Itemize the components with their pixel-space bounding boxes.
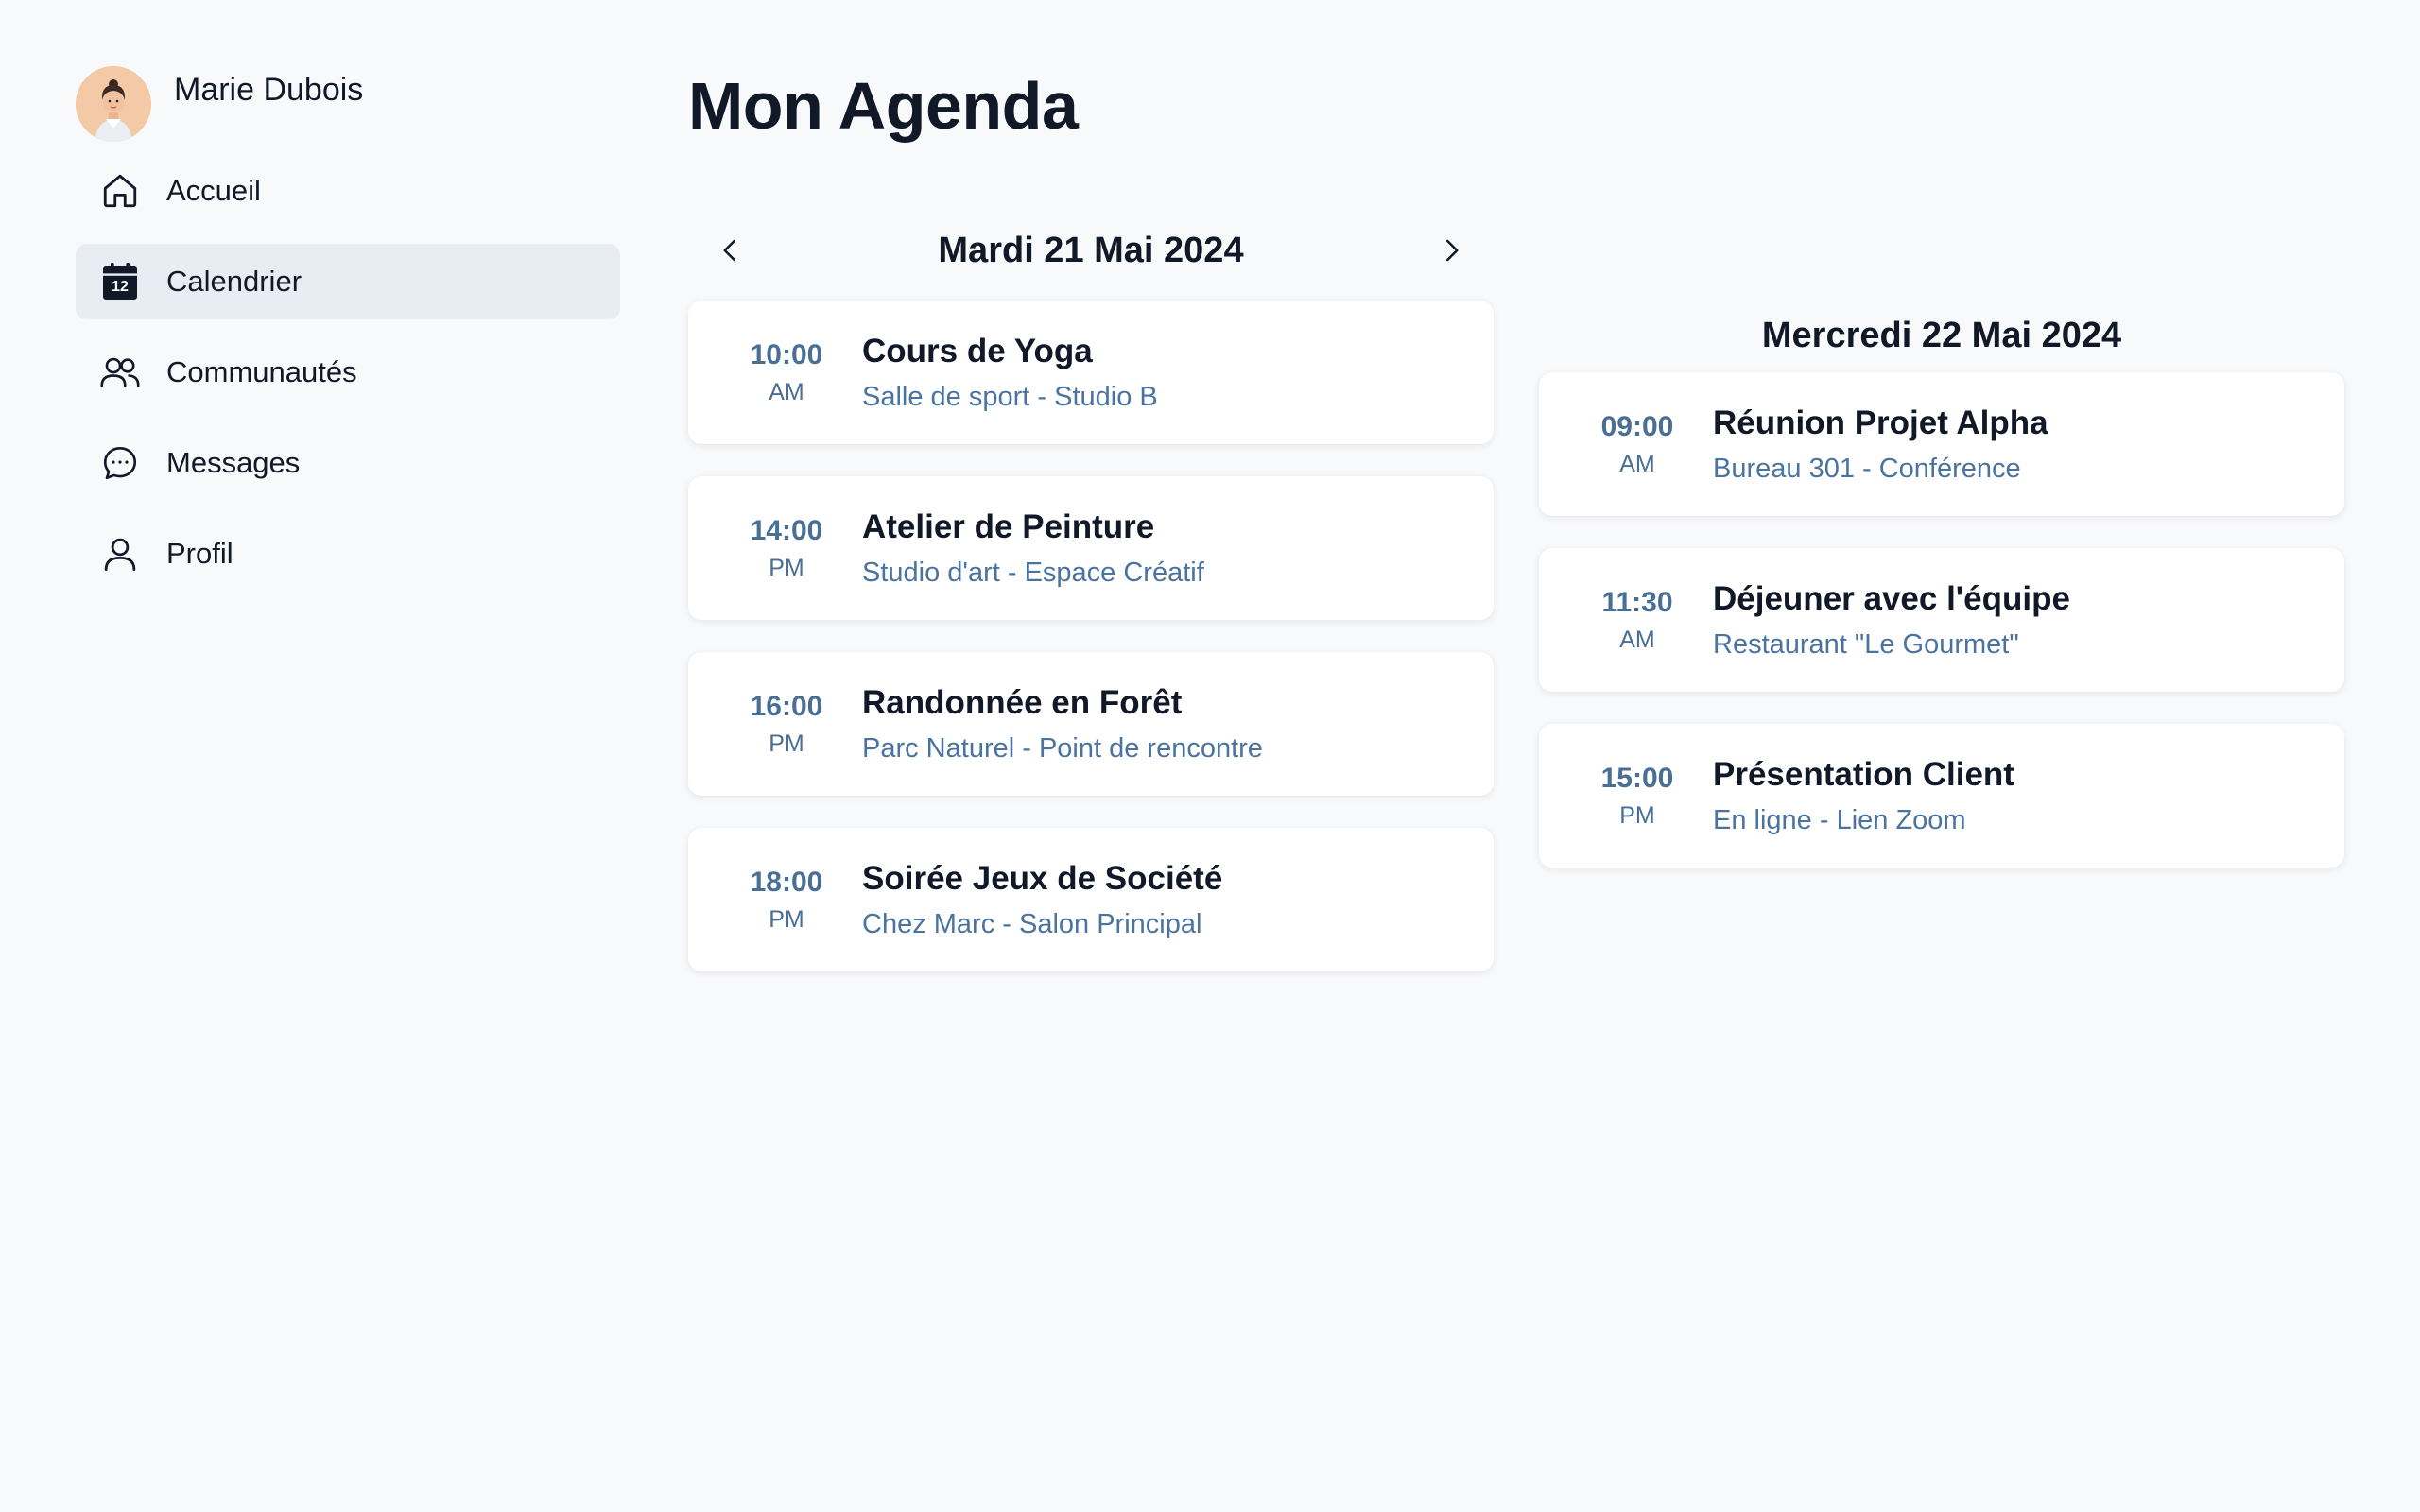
event-title: Réunion Projet Alpha bbox=[1713, 404, 2048, 441]
event-time-ampm: AM bbox=[769, 378, 804, 405]
day-title: Mardi 21 Mai 2024 bbox=[938, 230, 1244, 270]
user-name: Marie Dubois bbox=[174, 72, 364, 108]
event-time-hour: 10:00 bbox=[750, 338, 823, 370]
event-time: 15:00 PM bbox=[1581, 763, 1694, 830]
event-time-hour: 18:00 bbox=[750, 866, 823, 898]
event-card[interactable]: 14:00 PM Atelier de Peinture Studio d'ar… bbox=[688, 476, 1494, 620]
sidebar-item-label: Communautés bbox=[166, 355, 357, 388]
event-time: 10:00 AM bbox=[730, 339, 843, 406]
sidebar-nav: Accueil 12 Calendrier Communautés Messag… bbox=[76, 153, 620, 592]
sidebar-item-profil[interactable]: Profil bbox=[76, 516, 620, 592]
event-location: En ligne - Lien Zoom bbox=[1713, 804, 1966, 835]
user-icon bbox=[98, 532, 142, 576]
event-info: Cours de Yoga Salle de sport - Studio B bbox=[862, 333, 1158, 413]
event-title: Randonnée en Forêt bbox=[862, 683, 1183, 721]
page-title: Mon Agenda bbox=[688, 69, 1079, 143]
event-list: 10:00 AM Cours de Yoga Salle de sport - … bbox=[688, 301, 1494, 971]
sidebar-item-communautes[interactable]: Communautés bbox=[76, 335, 620, 410]
sidebar-item-messages[interactable]: Messages bbox=[76, 425, 620, 501]
event-time-ampm: PM bbox=[769, 730, 804, 757]
day-header: Mardi 21 Mai 2024 bbox=[688, 217, 1494, 284]
event-title: Déjeuner avec l'équipe bbox=[1713, 579, 2070, 617]
event-title: Atelier de Peinture bbox=[862, 507, 1155, 545]
user-profile[interactable]: Marie Dubois bbox=[76, 66, 620, 144]
event-title: Présentation Client bbox=[1713, 755, 2014, 793]
previous-day-button[interactable] bbox=[709, 229, 752, 272]
users-icon bbox=[98, 351, 142, 394]
event-time: 18:00 PM bbox=[730, 867, 843, 934]
event-time-ampm: PM bbox=[1619, 801, 1655, 829]
event-info: Atelier de Peinture Studio d'art - Espac… bbox=[862, 508, 1204, 589]
chevron-left-icon bbox=[723, 239, 735, 262]
event-time-hour: 11:30 bbox=[1601, 586, 1673, 618]
event-title: Cours de Yoga bbox=[862, 332, 1093, 369]
event-location: Restaurant "Le Gourmet" bbox=[1713, 628, 2019, 660]
sidebar-item-accueil[interactable]: Accueil bbox=[76, 153, 620, 229]
event-time-ampm: AM bbox=[1619, 626, 1655, 653]
sidebar-item-label: Messages bbox=[166, 446, 301, 479]
event-location: Parc Naturel - Point de rencontre bbox=[862, 732, 1263, 764]
app-root: Marie Dubois Accueil 12 Calendrier Commu… bbox=[0, 0, 2420, 1512]
sidebar: Marie Dubois Accueil 12 Calendrier Commu… bbox=[76, 66, 620, 607]
event-card[interactable]: 09:00 AM Réunion Projet Alpha Bureau 301… bbox=[1539, 372, 2344, 516]
event-time: 09:00 AM bbox=[1581, 411, 1694, 478]
chevron-right-icon bbox=[1446, 239, 1459, 262]
event-time-hour: 09:00 bbox=[1600, 410, 1674, 442]
chat-icon bbox=[98, 441, 142, 485]
event-card[interactable]: 16:00 PM Randonnée en Forêt Parc Naturel… bbox=[688, 652, 1494, 796]
event-location: Bureau 301 - Conférence bbox=[1713, 453, 2021, 484]
event-time-hour: 14:00 bbox=[750, 514, 823, 546]
event-info: Présentation Client En ligne - Lien Zoom bbox=[1713, 756, 2014, 836]
event-location: Studio d'art - Espace Créatif bbox=[862, 557, 1204, 588]
event-time-ampm: PM bbox=[769, 554, 804, 581]
home-icon bbox=[98, 169, 142, 213]
event-time-hour: 15:00 bbox=[1600, 762, 1674, 794]
event-time-hour: 16:00 bbox=[750, 690, 823, 722]
event-location: Salle de sport - Studio B bbox=[862, 381, 1158, 412]
calendar-icon-day: 12 bbox=[112, 279, 129, 295]
avatar[interactable] bbox=[76, 66, 151, 142]
event-info: Randonnée en Forêt Parc Naturel - Point … bbox=[862, 684, 1263, 765]
event-time: 14:00 PM bbox=[730, 515, 843, 582]
event-time: 11:30 AM bbox=[1581, 587, 1694, 654]
event-card[interactable]: 11:30 AM Déjeuner avec l'équipe Restaura… bbox=[1539, 548, 2344, 692]
calendar-icon: 12 bbox=[98, 260, 142, 303]
day-column-wednesday: Mercredi 22 Mai 2024 09:00 AM Réunion Pr… bbox=[1539, 302, 2344, 900]
event-time-ampm: AM bbox=[1619, 450, 1655, 477]
day-column-tuesday: Mardi 21 Mai 2024 10:00 AM Cours de Yoga… bbox=[688, 217, 1494, 1004]
sidebar-item-label: Accueil bbox=[166, 174, 261, 207]
event-time-ampm: PM bbox=[769, 905, 804, 933]
avatar-illustration bbox=[76, 66, 151, 142]
event-title: Soirée Jeux de Société bbox=[862, 859, 1223, 897]
day-header: Mercredi 22 Mai 2024 bbox=[1539, 302, 2344, 369]
sidebar-item-calendrier[interactable]: 12 Calendrier bbox=[76, 244, 620, 319]
event-time: 16:00 PM bbox=[730, 691, 843, 758]
next-day-button[interactable] bbox=[1429, 229, 1473, 272]
event-card[interactable]: 15:00 PM Présentation Client En ligne - … bbox=[1539, 724, 2344, 868]
sidebar-item-label: Calendrier bbox=[166, 265, 302, 298]
sidebar-item-label: Profil bbox=[166, 537, 233, 570]
event-card[interactable]: 10:00 AM Cours de Yoga Salle de sport - … bbox=[688, 301, 1494, 444]
event-list: 09:00 AM Réunion Projet Alpha Bureau 301… bbox=[1539, 372, 2344, 868]
event-info: Réunion Projet Alpha Bureau 301 - Confér… bbox=[1713, 404, 2048, 485]
event-info: Déjeuner avec l'équipe Restaurant "Le Go… bbox=[1713, 580, 2070, 661]
event-card[interactable]: 18:00 PM Soirée Jeux de Société Chez Mar… bbox=[688, 828, 1494, 971]
event-location: Chez Marc - Salon Principal bbox=[862, 908, 1202, 939]
event-info: Soirée Jeux de Société Chez Marc - Salon… bbox=[862, 860, 1222, 940]
day-title: Mercredi 22 Mai 2024 bbox=[1761, 315, 2122, 355]
